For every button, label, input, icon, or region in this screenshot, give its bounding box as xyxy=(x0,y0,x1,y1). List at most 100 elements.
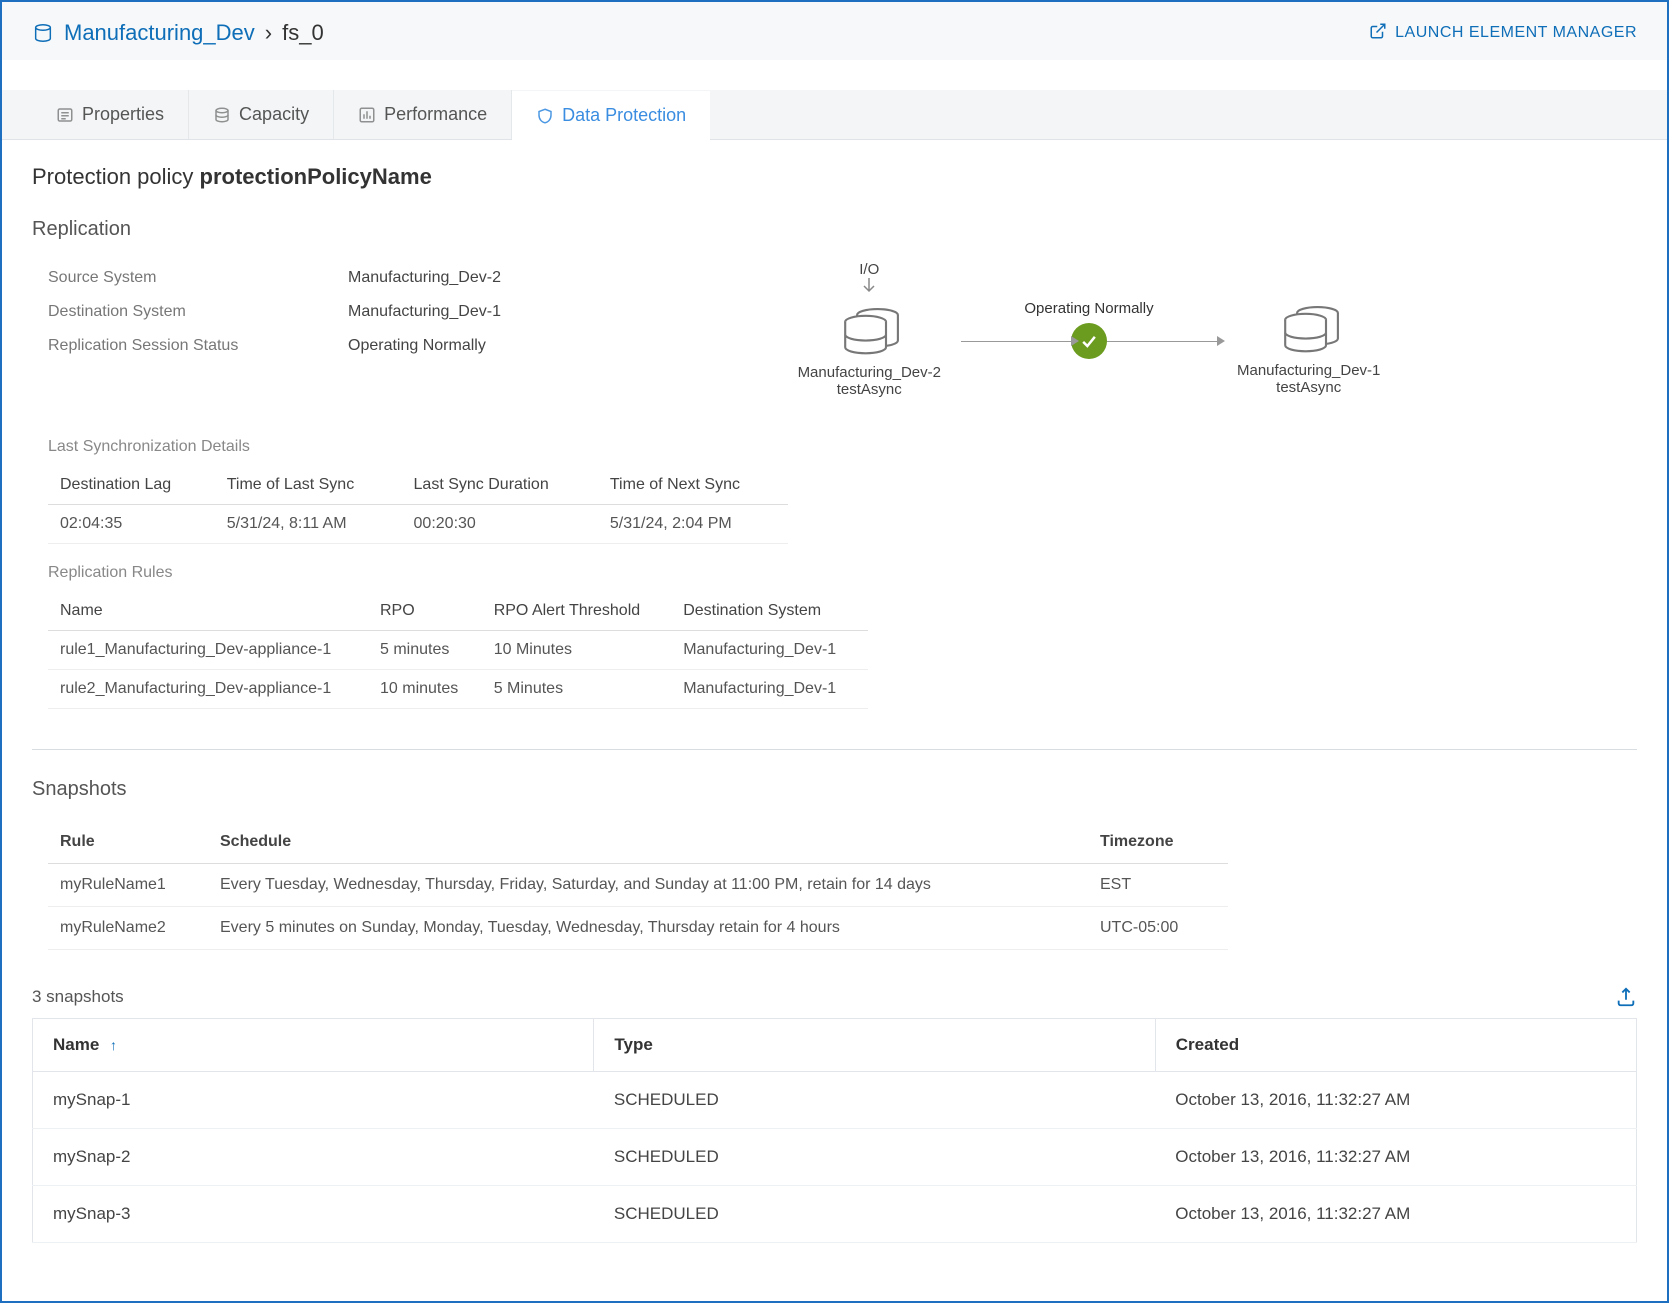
source-system-value: Manufacturing_Dev-2 xyxy=(348,269,501,287)
tabs: Properties Capacity Performance Data Pro… xyxy=(2,90,1667,140)
snapshots-heading: Snapshots xyxy=(32,778,1637,801)
dest-node-sub: testAsync xyxy=(1237,379,1380,396)
cell-dest: Manufacturing_Dev-1 xyxy=(671,631,868,670)
tab-properties[interactable]: Properties xyxy=(32,90,189,139)
cell-dur: 00:20:30 xyxy=(402,505,598,544)
cell-name: mySnap-2 xyxy=(33,1129,594,1186)
replication-edge: Operating Normally xyxy=(961,300,1217,359)
tab-capacity[interactable]: Capacity xyxy=(189,90,334,139)
edge-line-left xyxy=(961,341,1071,342)
cell-name: mySnap-1 xyxy=(33,1072,594,1129)
replication-rules-label: Replication Rules xyxy=(48,564,1637,582)
cell-schedule: Every 5 minutes on Sunday, Monday, Tuesd… xyxy=(208,907,1088,950)
edge-line-right xyxy=(1107,341,1217,342)
tab-label: Capacity xyxy=(239,104,309,125)
table-row[interactable]: mySnap-3 SCHEDULED October 13, 2016, 11:… xyxy=(33,1186,1637,1243)
storage-stack-icon xyxy=(1275,302,1343,358)
external-link-icon xyxy=(1369,22,1387,45)
table-row: myRuleName2 Every 5 minutes on Sunday, M… xyxy=(48,907,1228,950)
breadcrumb: Manufacturing_Dev › fs_0 xyxy=(32,20,324,46)
col-snap-rule: Rule xyxy=(48,821,208,864)
storage-stack-icon xyxy=(835,304,903,360)
col-snap-schedule: Schedule xyxy=(208,821,1088,864)
shield-icon xyxy=(536,107,554,125)
breadcrumb-current: fs_0 xyxy=(282,20,324,46)
database-icon xyxy=(213,106,231,124)
cell-thr: 10 Minutes xyxy=(482,631,672,670)
table-row: myRuleName1 Every Tuesday, Wednesday, Th… xyxy=(48,864,1228,907)
destination-system-label: Destination System xyxy=(48,303,348,321)
col-snap-timezone: Timezone xyxy=(1088,821,1228,864)
col-snap-created[interactable]: Created xyxy=(1155,1019,1636,1072)
launch-link-label: LAUNCH ELEMENT MANAGER xyxy=(1395,24,1637,42)
col-rule-name: Name xyxy=(48,592,368,631)
launch-element-manager-link[interactable]: LAUNCH ELEMENT MANAGER xyxy=(1369,22,1637,45)
cell-created: October 13, 2016, 11:32:27 AM xyxy=(1155,1072,1636,1129)
cell-lag: 02:04:35 xyxy=(48,505,215,544)
col-dest-system: Destination System xyxy=(671,592,868,631)
table-row: rule1_Manufacturing_Dev-appliance-1 5 mi… xyxy=(48,631,868,670)
source-system-label: Source System xyxy=(48,269,348,287)
snapshot-count: 3 snapshots xyxy=(32,987,124,1007)
table-row[interactable]: mySnap-2 SCHEDULED October 13, 2016, 11:… xyxy=(33,1129,1637,1186)
snapshot-rules-table: Rule Schedule Timezone myRuleName1 Every… xyxy=(48,821,1228,950)
cell-thr: 5 Minutes xyxy=(482,670,672,709)
tab-performance[interactable]: Performance xyxy=(334,90,512,139)
destination-node: Manufacturing_Dev-1 testAsync xyxy=(1237,264,1380,396)
tab-data-protection[interactable]: Data Protection xyxy=(512,91,710,140)
destination-system-value: Manufacturing_Dev-1 xyxy=(348,303,501,321)
cell-name: rule1_Manufacturing_Dev-appliance-1 xyxy=(48,631,368,670)
cell-name: mySnap-3 xyxy=(33,1186,594,1243)
cell-created: October 13, 2016, 11:32:27 AM xyxy=(1155,1129,1636,1186)
col-snap-type[interactable]: Type xyxy=(594,1019,1155,1072)
cell-last: 5/31/24, 8:11 AM xyxy=(215,505,402,544)
cell-created: October 13, 2016, 11:32:27 AM xyxy=(1155,1186,1636,1243)
sync-details-label: Last Synchronization Details xyxy=(48,438,1637,456)
source-node-sub: testAsync xyxy=(798,381,941,398)
cell-tz: UTC-05:00 xyxy=(1088,907,1228,950)
col-sync-duration: Last Sync Duration xyxy=(402,466,598,505)
session-status-row: Replication Session Status Operating Nor… xyxy=(48,337,501,355)
tab-label: Properties xyxy=(82,104,164,125)
chart-icon xyxy=(358,106,376,124)
export-button[interactable] xyxy=(1615,986,1637,1008)
cell-tz: EST xyxy=(1088,864,1228,907)
destination-system-row: Destination System Manufacturing_Dev-1 xyxy=(48,303,501,321)
replication-rules-table: Name RPO RPO Alert Threshold Destination… xyxy=(48,592,868,709)
col-snap-name[interactable]: Name ↑ xyxy=(33,1019,594,1072)
tab-label: Performance xyxy=(384,104,487,125)
io-indicator: I/O xyxy=(859,261,879,294)
col-rpo: RPO xyxy=(368,592,482,631)
session-status-label: Replication Session Status xyxy=(48,337,348,355)
cell-type: SCHEDULED xyxy=(594,1072,1155,1129)
policy-prefix: Protection policy xyxy=(32,164,200,189)
source-node: I/O Manufacturing_Dev-2 testAsync xyxy=(798,261,941,398)
arrow-down-icon xyxy=(862,278,876,294)
storage-icon xyxy=(32,22,54,44)
io-label: I/O xyxy=(859,261,879,278)
replication-heading: Replication xyxy=(32,218,1637,241)
policy-name: protectionPolicyName xyxy=(200,164,432,189)
cell-type: SCHEDULED xyxy=(594,1186,1155,1243)
export-icon xyxy=(1615,986,1637,1008)
table-row: rule2_Manufacturing_Dev-appliance-1 10 m… xyxy=(48,670,868,709)
cell-dest: Manufacturing_Dev-1 xyxy=(671,670,868,709)
replication-diagram: I/O Manufacturing_Dev-2 testAsync xyxy=(541,261,1637,398)
sync-details-table: Destination Lag Time of Last Sync Last S… xyxy=(48,466,788,544)
breadcrumb-separator: › xyxy=(265,20,272,46)
policy-title: Protection policy protectionPolicyName xyxy=(32,164,1637,190)
col-label: Name xyxy=(53,1035,99,1054)
cell-name: rule2_Manufacturing_Dev-appliance-1 xyxy=(48,670,368,709)
list-icon xyxy=(56,106,74,124)
table-row[interactable]: mySnap-1 SCHEDULED October 13, 2016, 11:… xyxy=(33,1072,1637,1129)
col-rpo-threshold: RPO Alert Threshold xyxy=(482,592,672,631)
cell-schedule: Every Tuesday, Wednesday, Thursday, Frid… xyxy=(208,864,1088,907)
session-status-value: Operating Normally xyxy=(348,337,486,355)
cell-rule: myRuleName2 xyxy=(48,907,208,950)
source-node-name: Manufacturing_Dev-2 xyxy=(798,364,941,381)
col-last-sync: Time of Last Sync xyxy=(215,466,402,505)
breadcrumb-parent[interactable]: Manufacturing_Dev xyxy=(64,20,255,46)
snapshots-table: Name ↑ Type Created mySnap-1 SCHEDULED O… xyxy=(32,1018,1637,1243)
table-row: 02:04:35 5/31/24, 8:11 AM 00:20:30 5/31/… xyxy=(48,505,788,544)
edge-status-label: Operating Normally xyxy=(1024,300,1153,317)
